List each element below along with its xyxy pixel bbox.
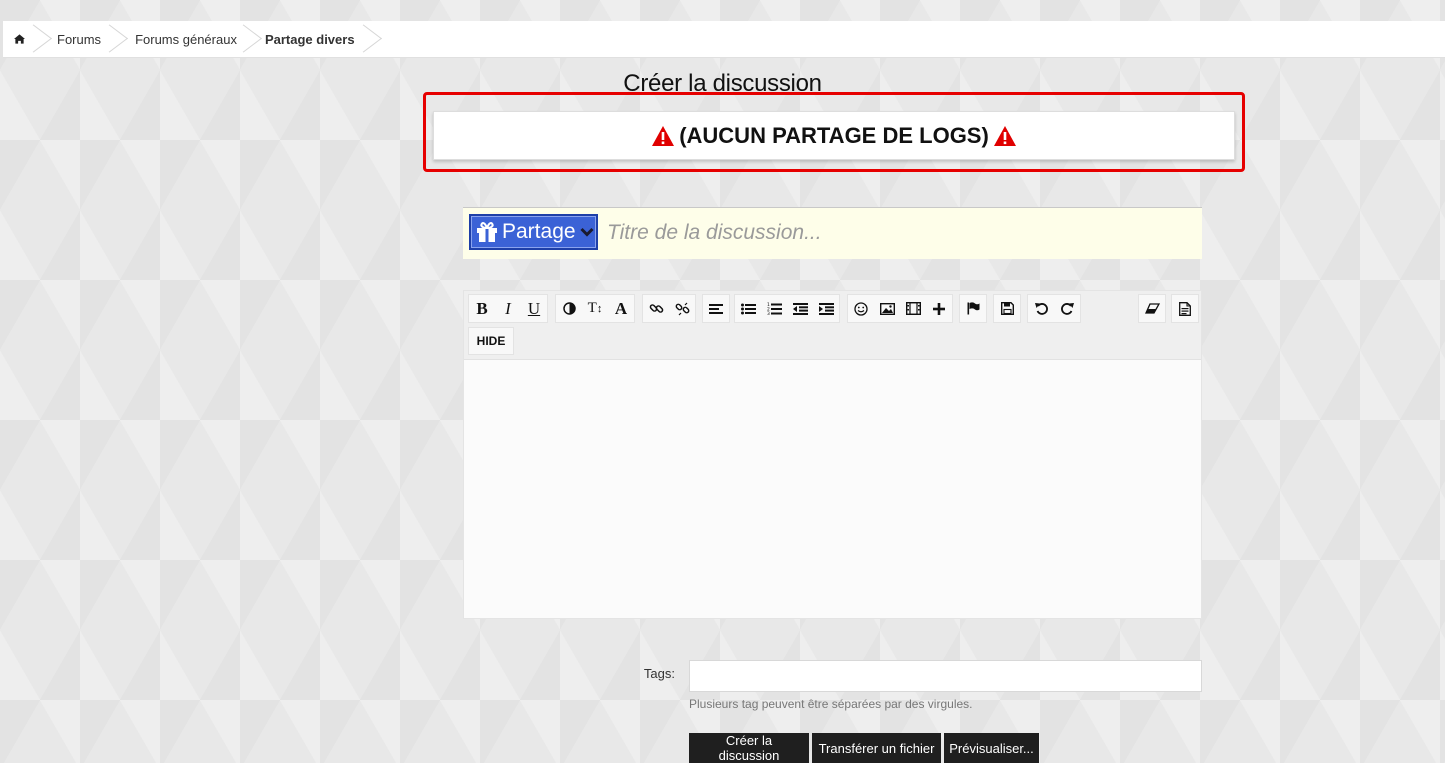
numbered-list-icon[interactable]: 123 <box>761 295 787 322</box>
warning-triangle-icon <box>652 125 675 146</box>
toolbar-group-flag <box>959 294 987 323</box>
toolbar-group-font: T ↕ A <box>555 294 635 323</box>
toolbar-group-format <box>1138 294 1166 323</box>
editor-textarea[interactable] <box>464 359 1201 618</box>
warning-text: (AUCUN PARTAGE DE LOGS) <box>679 122 989 148</box>
breadcrumb: Forums Forums généraux Partage divers <box>3 21 1445 58</box>
breadcrumb-home[interactable] <box>3 21 39 57</box>
flag-icon[interactable] <box>960 295 986 322</box>
svg-text:3: 3 <box>767 311 770 315</box>
tags-label: Tags: <box>643 666 675 681</box>
remove-format-icon[interactable] <box>1139 295 1165 322</box>
prefix-label: Partage <box>502 220 576 243</box>
unlink-icon[interactable] <box>669 295 695 322</box>
toolbar-group-insert <box>847 294 953 323</box>
toolbar-group-text: B I U <box>468 294 548 323</box>
smiley-icon[interactable] <box>848 295 874 322</box>
font-size-icon[interactable]: T ↕ <box>582 295 608 322</box>
breadcrumb-partage-divers[interactable]: Partage divers <box>249 21 369 57</box>
message-editor: B I U T ↕ A 123 HIDE <box>463 290 1202 619</box>
insert-more-icon[interactable] <box>926 295 952 322</box>
toolbar-group-lists: 123 <box>734 294 840 323</box>
gift-icon <box>477 222 497 242</box>
bold-icon[interactable]: B <box>469 295 495 322</box>
chevron-down-icon <box>580 227 594 237</box>
color-icon[interactable] <box>556 295 582 322</box>
hide-button[interactable]: HIDE <box>468 327 514 355</box>
page-top-strip <box>0 0 1445 21</box>
prefix-dropdown[interactable]: Partage <box>469 214 598 250</box>
bullet-list-icon[interactable] <box>735 295 761 322</box>
toolbar-group-save <box>993 294 1021 323</box>
toolbar-group-source <box>1171 294 1199 323</box>
outdent-icon[interactable] <box>787 295 813 322</box>
font-family-icon[interactable]: A <box>608 295 634 322</box>
indent-icon[interactable] <box>813 295 839 322</box>
image-icon[interactable] <box>874 295 900 322</box>
toolbar-group-history <box>1027 294 1081 323</box>
discussion-title-input[interactable] <box>605 216 1189 250</box>
preview-button[interactable]: Prévisualiser... <box>944 733 1039 763</box>
breadcrumb-forums-generaux[interactable]: Forums généraux <box>115 21 249 57</box>
redo-icon[interactable] <box>1054 295 1080 322</box>
undo-icon[interactable] <box>1028 295 1054 322</box>
create-discussion-button[interactable]: Créer la discussion <box>689 733 809 763</box>
toolbar-group-link <box>642 294 696 323</box>
tags-input[interactable] <box>689 660 1202 692</box>
align-icon[interactable] <box>703 295 729 322</box>
upload-file-button[interactable]: Transférer un fichier <box>812 733 941 763</box>
warning-triangle-icon <box>993 125 1016 146</box>
title-row: Partage <box>463 207 1202 259</box>
italic-icon[interactable]: I <box>495 295 521 322</box>
home-icon <box>14 34 25 44</box>
editor-toolbar: B I U T ↕ A 123 HIDE <box>464 291 1201 360</box>
tags-hint: Plusieurs tag peuvent être séparées par … <box>689 697 973 711</box>
media-icon[interactable] <box>900 295 926 322</box>
toolbar-group-align <box>702 294 730 323</box>
source-icon[interactable] <box>1172 295 1198 322</box>
underline-icon[interactable]: U <box>521 295 547 322</box>
link-icon[interactable] <box>643 295 669 322</box>
save-draft-icon[interactable] <box>994 295 1020 322</box>
warning-banner: (AUCUN PARTAGE DE LOGS) <box>433 111 1235 160</box>
